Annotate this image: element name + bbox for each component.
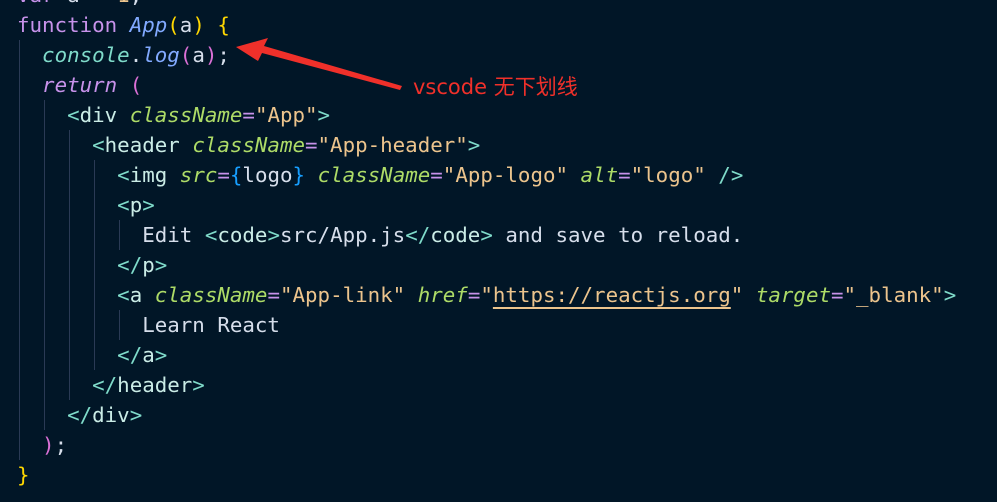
annotation-text: vscode 无下划线 [413,75,578,99]
